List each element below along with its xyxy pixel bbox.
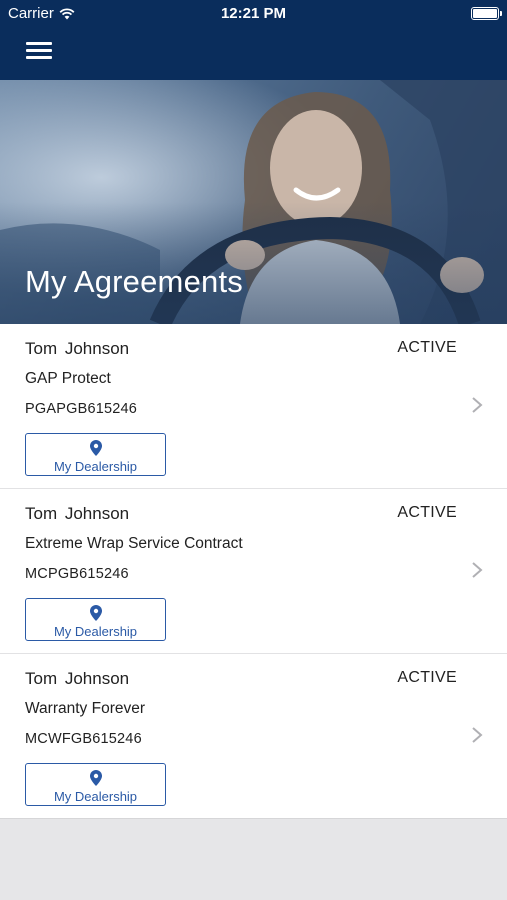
navigation-bar: Carrier 12:21 PM: [0, 0, 507, 80]
location-pin-icon: [90, 440, 102, 456]
battery-icon: [471, 7, 502, 20]
contract-number: MCWFGB615246: [25, 731, 142, 747]
contract-number: MCPGB615246: [25, 566, 129, 582]
agreement-row[interactable]: Tom Johnson ACTIVE Warranty Forever MCWF…: [0, 654, 507, 819]
hamburger-menu-icon[interactable]: [26, 40, 54, 60]
my-dealership-button[interactable]: My Dealership: [25, 763, 166, 806]
my-dealership-button[interactable]: My Dealership: [25, 433, 166, 476]
agreement-status: ACTIVE: [397, 504, 457, 521]
agreement-row[interactable]: Tom Johnson ACTIVE GAP Protect PGAPGB615…: [0, 324, 507, 489]
location-pin-icon: [90, 605, 102, 621]
location-pin-icon: [90, 770, 102, 786]
status-bar: Carrier 12:21 PM: [0, 0, 507, 28]
customer-name: Tom Johnson: [25, 339, 130, 358]
product-name: Warranty Forever: [25, 700, 146, 717]
my-dealership-button[interactable]: My Dealership: [25, 598, 166, 641]
agreements-list: Tom Johnson ACTIVE GAP Protect PGAPGB615…: [0, 324, 507, 819]
chevron-right-icon: [472, 727, 483, 743]
customer-name: Tom Johnson: [25, 669, 130, 688]
chevron-right-icon: [472, 397, 483, 413]
agreement-row[interactable]: Tom Johnson ACTIVE Extreme Wrap Service …: [0, 489, 507, 654]
customer-name: Tom Johnson: [25, 504, 130, 523]
agreement-status: ACTIVE: [397, 339, 457, 356]
chevron-right-icon: [472, 562, 483, 578]
product-name: GAP Protect: [25, 370, 111, 387]
product-name: Extreme Wrap Service Contract: [25, 535, 243, 552]
agreement-status: ACTIVE: [397, 669, 457, 686]
my-dealership-label: My Dealership: [53, 624, 138, 639]
app-screen: Carrier 12:21 PM My Agreements Tom Johns…: [0, 0, 507, 900]
status-time: 12:21 PM: [220, 5, 287, 22]
contract-number: PGAPGB615246: [25, 401, 138, 417]
hero-banner: My Agreements: [0, 80, 507, 324]
my-dealership-label: My Dealership: [53, 789, 138, 804]
page-title: My Agreements: [25, 264, 243, 299]
my-dealership-label: My Dealership: [53, 459, 138, 474]
